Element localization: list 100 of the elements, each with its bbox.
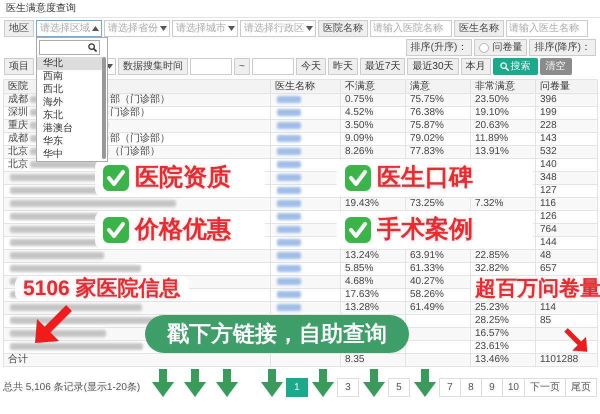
check-icon	[345, 217, 371, 243]
table-cell: 13.24%	[345, 250, 379, 261]
dropdown-option[interactable]: 海外	[37, 96, 102, 109]
table-cell: 79.02%	[410, 133, 444, 144]
blurred-text	[277, 122, 301, 129]
blurred-text	[277, 174, 301, 181]
table-cell: 4.68%	[345, 276, 374, 287]
dropdown-option[interactable]: 港澳台	[37, 122, 102, 135]
table-cell: 127	[540, 185, 557, 196]
page-button[interactable]: 8	[460, 378, 482, 397]
page-button[interactable]: 10	[502, 378, 525, 397]
hospital-name-suffix: 部（门诊部）	[110, 94, 170, 105]
arrow-icon	[33, 305, 73, 345]
promo-label: 5106 家医院信息	[15, 276, 189, 301]
column-header: 非常满意	[470, 80, 536, 94]
text-input[interactable]: 请输入医生名称	[506, 20, 588, 37]
page-title: 医生满意度查询	[0, 0, 600, 18]
page-button[interactable]: 7	[438, 378, 461, 397]
table-cell: 228	[540, 120, 557, 131]
table-cell: 126	[540, 211, 557, 222]
caret-icon	[106, 64, 113, 69]
hospital-name: 北京	[8, 159, 28, 170]
page-button[interactable]: 3	[336, 378, 359, 397]
hospital-name-suffix: 门诊部）	[110, 107, 150, 118]
caret-icon	[160, 26, 167, 31]
table-cell: 19.43%	[345, 198, 379, 209]
blurred-text	[277, 278, 301, 285]
table-cell: 13.28%	[345, 302, 379, 313]
table-cell: 76.38%	[410, 107, 444, 118]
down-arrow-icon	[184, 369, 206, 397]
blurred-text	[277, 96, 301, 103]
date-range-button[interactable]: 今天	[296, 58, 326, 75]
blurred-text	[277, 134, 301, 142]
blurred-text	[277, 108, 301, 116]
date-range-button[interactable]: 昨天	[328, 58, 358, 75]
hospital-name-suffix: 部（门诊部）	[110, 133, 170, 144]
table-cell: 764	[540, 224, 557, 235]
blurred-text	[277, 200, 301, 207]
hospital-name: 成都	[8, 133, 28, 144]
hospital-name: 北京	[8, 146, 28, 157]
date-input[interactable]	[252, 58, 294, 75]
scrollbar[interactable]	[102, 57, 106, 159]
sort-label: 排序(降序)：	[529, 39, 596, 56]
dropdown-option[interactable]: 华中	[37, 148, 102, 161]
table-cell: 657	[540, 263, 557, 274]
search-icon	[88, 43, 97, 52]
down-arrow-icon	[260, 369, 283, 397]
table-cell: 85	[540, 315, 552, 326]
dropdown-option[interactable]: 西北	[37, 83, 102, 96]
table-cell: 75.87%	[410, 120, 444, 131]
blurred-text	[277, 290, 301, 298]
table-cell: 48	[540, 250, 552, 261]
dropdown-option[interactable]: 华东	[37, 135, 102, 148]
radio-option[interactable]: 问卷量	[474, 39, 528, 56]
date-range-button[interactable]: 最近7天	[360, 58, 406, 75]
table-cell: 3.50%	[345, 120, 374, 131]
table-cell: 63.91%	[410, 250, 444, 261]
text-input[interactable]: 请输入医院名称	[370, 20, 452, 37]
record-summary: 总共 5,106 条记录(显示1-20条)	[3, 382, 140, 394]
date-range-button[interactable]: 本月	[460, 58, 491, 75]
check-icon	[345, 165, 371, 191]
page-button[interactable]: 5	[388, 378, 410, 397]
table-cell: 116	[540, 198, 556, 209]
table-cell: 143	[540, 133, 557, 144]
radio-button[interactable]	[479, 42, 490, 52]
table-cell: 5.85%	[345, 263, 374, 274]
column-header: 问卷量	[536, 80, 598, 94]
table-cell: 0.75%	[345, 94, 374, 105]
promo-label: 医院资质	[135, 164, 231, 192]
dropdown-option[interactable]: 东北	[37, 109, 102, 122]
column-header: 不满意	[340, 80, 406, 94]
table-cell: 140	[540, 159, 557, 170]
field-label: 数据搜集时间	[118, 58, 188, 75]
promo-label: 手术案例	[377, 216, 473, 244]
sort-label: 排序(升序)：	[406, 39, 472, 56]
down-arrow-icon	[362, 369, 385, 397]
table-cell: 75.75%	[410, 94, 444, 105]
table-cell: 61.33%	[410, 263, 444, 274]
table-cell: 144	[540, 237, 557, 248]
hospital-name-suffix: （门诊部）	[110, 146, 160, 157]
table-cell: 11.89%	[475, 133, 508, 144]
range-separator: ~	[234, 58, 250, 75]
table-cell: 40.27%	[410, 276, 444, 287]
table-cell: 22.85%	[475, 250, 509, 261]
blurred-text	[277, 264, 301, 272]
date-input[interactable]	[190, 58, 232, 75]
table-cell: 13.91%	[475, 146, 509, 157]
date-range-button[interactable]: 最近30天	[407, 58, 459, 75]
table-cell: 396	[540, 94, 557, 105]
table-cell: 1101288	[540, 354, 578, 365]
page-button[interactable]: 下一页	[524, 378, 566, 397]
page-button[interactable]: 尾页	[565, 378, 597, 397]
page-button[interactable]: 9	[480, 378, 503, 397]
table-cell: 17.63%	[345, 289, 379, 300]
blurred-text	[277, 226, 301, 233]
dropdown-search-field[interactable]	[39, 40, 100, 55]
dropdown-option[interactable]: 华北	[37, 57, 102, 70]
hospital-name: 重庆	[8, 120, 28, 131]
caret-icon	[92, 26, 99, 31]
caret-icon	[228, 26, 235, 31]
